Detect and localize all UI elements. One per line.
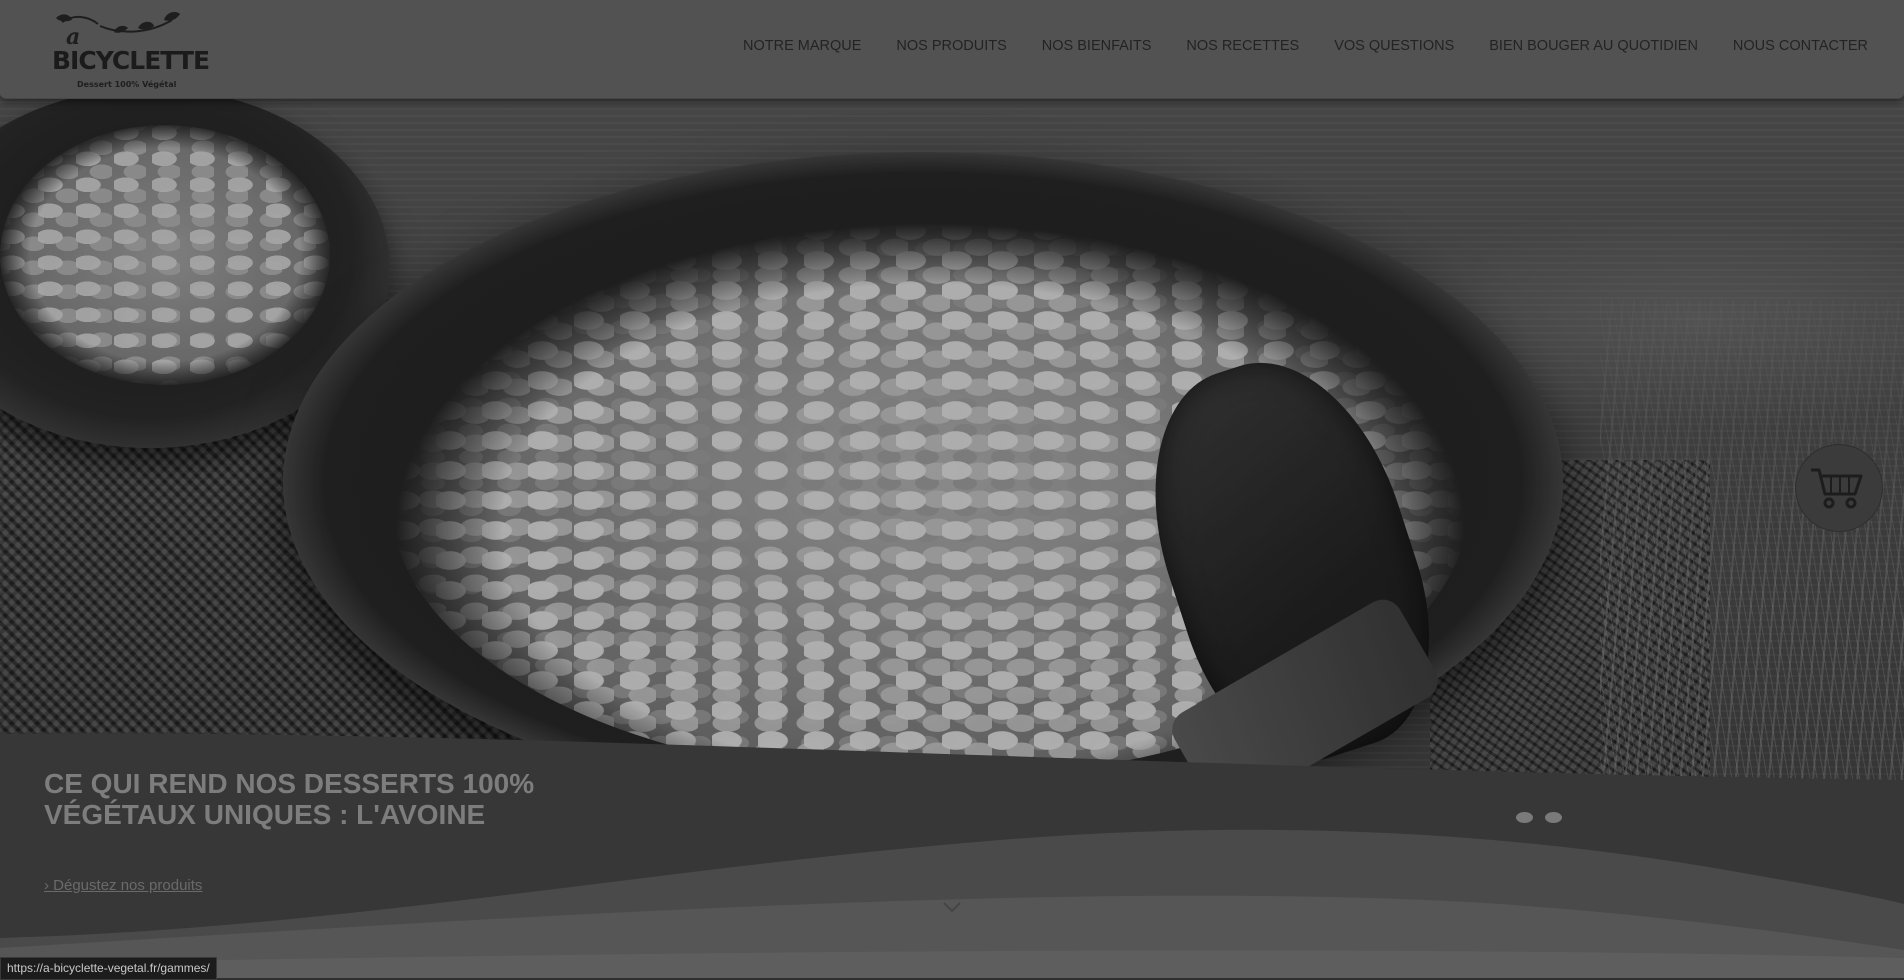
hero-bottom-wave-panel — [0, 733, 1904, 978]
slider-dot-1[interactable] — [1516, 812, 1533, 823]
logo-tagline: Dessert 100% Végétal — [77, 80, 177, 89]
shopping-cart-icon — [1811, 468, 1863, 509]
brand-logo[interactable]: a BICYCLETTE Dessert 100% Végétal — [50, 10, 210, 89]
hero-headline: CE QUI REND NOS DESSERTS 100% VÉGÉTAUX U… — [44, 768, 684, 830]
nav-item-vos-questions[interactable]: VOS QUESTIONS — [1334, 38, 1454, 58]
discover-products-link[interactable]: › Dégustez nos produits — [44, 877, 202, 894]
slider-pagination — [1516, 812, 1562, 823]
nav-item-nous-contacter[interactable]: NOUS CONTACTER — [1733, 38, 1868, 58]
nav-item-nos-bienfaits[interactable]: NOS BIENFAITS — [1042, 38, 1152, 58]
logo-wordmark: BICYCLETTE — [52, 46, 210, 75]
nav-item-nos-produits[interactable]: NOS PRODUITS — [896, 38, 1006, 58]
chevron-down-icon[interactable] — [941, 900, 963, 914]
nav-item-bien-bouger[interactable]: BIEN BOUGER AU QUOTIDIEN — [1489, 38, 1698, 58]
nav-item-nos-recettes[interactable]: NOS RECETTES — [1186, 38, 1299, 58]
main-navigation: NOTRE MARQUE NOS PRODUITS NOS BIENFAITS … — [708, 38, 1868, 58]
link-status-url: https://a-bicyclette-vegetal.fr/gammes/ — [0, 957, 217, 980]
site-header: a BICYCLETTE Dessert 100% Végétal NOTRE … — [0, 0, 1904, 99]
hero-headline-line-1: CE QUI REND NOS DESSERTS 100% — [44, 768, 535, 799]
hero-headline-line-2: VÉGÉTAUX UNIQUES : L'AVOINE — [44, 799, 486, 830]
nav-item-notre-marque[interactable]: NOTRE MARQUE — [743, 38, 861, 58]
slider-dot-2[interactable] — [1545, 812, 1562, 823]
where-to-buy-badge[interactable]: OÙ TROUVER NOS PRODUITS — [1787, 430, 1897, 540]
